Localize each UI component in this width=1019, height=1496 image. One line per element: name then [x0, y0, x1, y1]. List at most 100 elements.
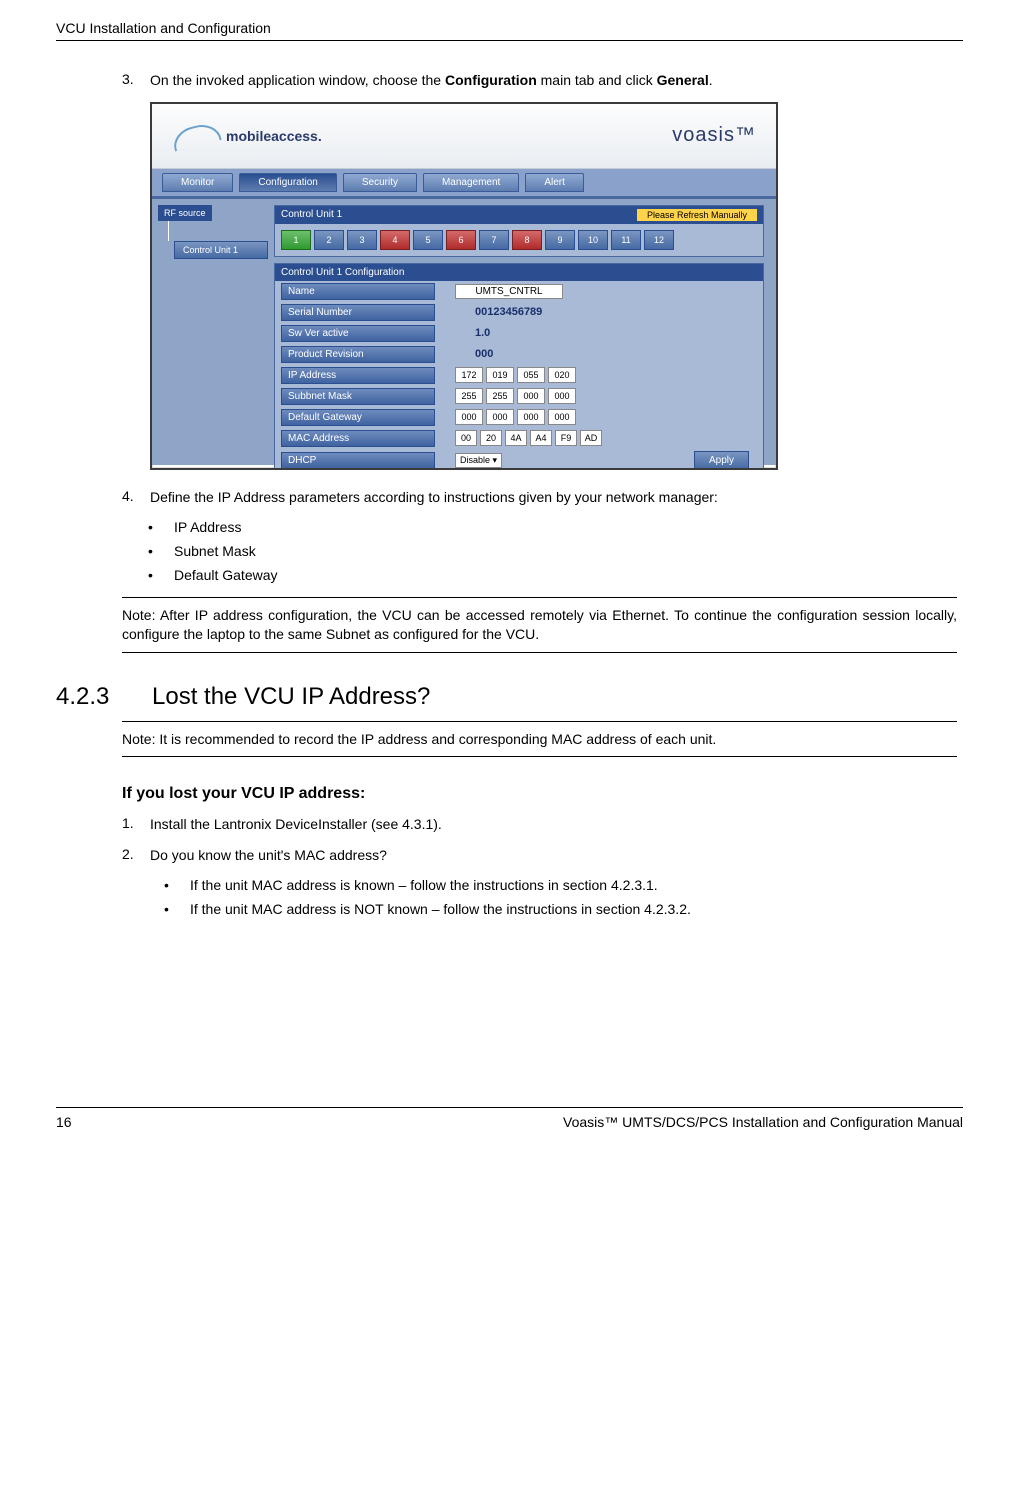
ip-octet-4[interactable]: 020	[548, 367, 576, 383]
txt: .	[709, 72, 713, 88]
value-swver: 1.0	[475, 327, 490, 339]
step-3-number: 3.	[122, 71, 150, 90]
sidebar-control-unit-1[interactable]: Control Unit 1	[174, 241, 268, 259]
subnet-field[interactable]: 255 255 000 000	[455, 388, 576, 404]
label-serial: Serial Number	[281, 304, 435, 321]
panel-configuration: Control Unit 1 Configuration Name UMTS_CN…	[274, 263, 764, 470]
bullet-icon: •	[164, 901, 190, 917]
panel-control-unit: Control Unit 1 Please Refresh Manually 1…	[274, 205, 764, 257]
app-header: mobileaccess. voasis™	[152, 104, 776, 169]
gateway-field[interactable]: 000 000 000 000	[455, 409, 576, 425]
label-name: Name	[281, 283, 435, 300]
step-3-text: On the invoked application window, choos…	[150, 71, 957, 90]
bold-general: General	[657, 72, 709, 88]
section-number: 4.2.3	[56, 683, 152, 711]
rf-source-label: RF source	[158, 205, 212, 221]
lost-step-1-text: Install the Lantronix DeviceInstaller (s…	[150, 815, 957, 834]
chip-7[interactable]: 7	[479, 230, 509, 250]
note-record-ip: Note: It is recommended to record the IP…	[122, 721, 957, 758]
lost-step-1: 1. Install the Lantronix DeviceInstaller…	[122, 815, 957, 834]
mac-4[interactable]: A4	[530, 430, 552, 446]
chip-2[interactable]: 2	[314, 230, 344, 250]
label-subnet: Subbnet Mask	[281, 388, 435, 405]
value-prodrev: 000	[475, 348, 493, 360]
mac-5[interactable]: F9	[555, 430, 577, 446]
chip-5[interactable]: 5	[413, 230, 443, 250]
tab-management[interactable]: Management	[423, 173, 519, 192]
apply-button[interactable]: Apply	[694, 451, 749, 470]
step-4: 4. Define the IP Address parameters acco…	[122, 488, 957, 507]
tab-security[interactable]: Security	[343, 173, 417, 192]
gw-octet-3[interactable]: 000	[517, 409, 545, 425]
tab-monitor[interactable]: Monitor	[162, 173, 233, 192]
bullet-mac-known: If the unit MAC address is known – follo…	[190, 877, 658, 893]
bullet-icon: •	[148, 519, 174, 535]
chip-12[interactable]: 12	[644, 230, 674, 250]
sub-heading: If you lost your VCU IP address:	[122, 785, 957, 803]
mac-1[interactable]: 00	[455, 430, 477, 446]
step-4-text: Define the IP Address parameters accordi…	[150, 488, 957, 507]
mac-3[interactable]: 4A	[505, 430, 527, 446]
chip-3[interactable]: 3	[347, 230, 377, 250]
sidebar: RF source Control Unit 1	[152, 199, 274, 465]
gw-octet-2[interactable]: 000	[486, 409, 514, 425]
step-3: 3. On the invoked application window, ch…	[122, 71, 957, 90]
ip-address-field[interactable]: 172 019 055 020	[455, 367, 576, 383]
bullet-ip: IP Address	[174, 519, 241, 535]
mac-6[interactable]: AD	[580, 430, 602, 446]
sm-octet-3[interactable]: 000	[517, 388, 545, 404]
tab-alert[interactable]: Alert	[525, 173, 584, 192]
panel2-title: Control Unit 1 Configuration	[281, 267, 404, 278]
gw-octet-4[interactable]: 000	[548, 409, 576, 425]
bullet-mac-unknown: If the unit MAC address is NOT known – f…	[190, 901, 691, 917]
ip-octet-1[interactable]: 172	[455, 367, 483, 383]
sm-octet-4[interactable]: 000	[548, 388, 576, 404]
bullet-icon: •	[164, 877, 190, 893]
sm-octet-1[interactable]: 255	[455, 388, 483, 404]
logo-mobileaccess: mobileaccess.	[172, 126, 322, 146]
chip-1[interactable]: 1	[281, 230, 311, 250]
sm-octet-2[interactable]: 255	[486, 388, 514, 404]
refresh-banner: Please Refresh Manually	[637, 209, 757, 221]
label-gateway: Default Gateway	[281, 409, 435, 426]
bold-configuration: Configuration	[445, 72, 537, 88]
ip-octet-2[interactable]: 019	[486, 367, 514, 383]
value-serial: 00123456789	[475, 306, 542, 318]
label-prodrev: Product Revision	[281, 346, 435, 363]
txt: main tab and click	[537, 72, 657, 88]
txt: On the invoked application window, choos…	[150, 72, 445, 88]
chip-9[interactable]: 9	[545, 230, 575, 250]
label-mac: MAC Address	[281, 430, 435, 447]
port-chips: 1 2 3 4 5 6 7 8 9 10 11 12	[275, 224, 763, 256]
page-number: 16	[56, 1114, 72, 1130]
chip-6[interactable]: 6	[446, 230, 476, 250]
lost-step-2: 2. Do you know the unit's MAC address?	[122, 846, 957, 865]
lost-step-2-number: 2.	[122, 846, 150, 865]
ip-octet-3[interactable]: 055	[517, 367, 545, 383]
bullet-icon: •	[148, 543, 174, 559]
lost-step-1-number: 1.	[122, 815, 150, 834]
dhcp-select[interactable]: Disable ▾	[455, 453, 502, 468]
chip-11[interactable]: 11	[611, 230, 641, 250]
gw-octet-1[interactable]: 000	[455, 409, 483, 425]
tab-configuration[interactable]: Configuration	[239, 173, 336, 192]
mac-field[interactable]: 00 20 4A A4 F9 AD	[455, 430, 602, 446]
bullet-subnet: Subnet Mask	[174, 543, 256, 559]
page-footer: 16 Voasis™ UMTS/DCS/PCS Installation and…	[56, 1107, 963, 1130]
label-dhcp: DHCP	[281, 452, 435, 469]
label-ip: IP Address	[281, 367, 435, 384]
chip-4[interactable]: 4	[380, 230, 410, 250]
chevron-down-icon: ▾	[493, 455, 498, 465]
chip-8[interactable]: 8	[512, 230, 542, 250]
step-4-number: 4.	[122, 488, 150, 507]
chip-10[interactable]: 10	[578, 230, 608, 250]
note-ip-config: Note: After IP address configuration, th…	[122, 597, 957, 653]
logo-voasis: voasis™	[672, 124, 756, 147]
label-swver: Sw Ver active	[281, 325, 435, 342]
bullet-icon: •	[148, 567, 174, 583]
tree-connector	[168, 221, 268, 241]
mac-2[interactable]: 20	[480, 430, 502, 446]
logo-text: mobileaccess.	[226, 128, 322, 144]
value-name[interactable]: UMTS_CNTRL	[455, 284, 563, 299]
running-header: VCU Installation and Configuration	[56, 20, 963, 41]
